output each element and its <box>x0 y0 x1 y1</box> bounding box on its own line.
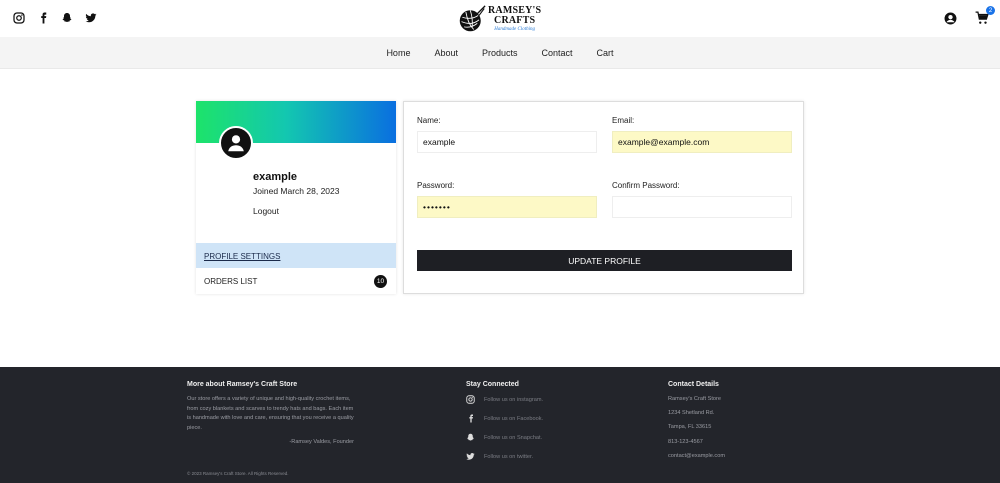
orders-count-badge: 10 <box>374 275 387 288</box>
user-icon <box>228 135 244 152</box>
nav-contact[interactable]: Contact <box>530 48 585 58</box>
name-label: Name: <box>417 116 441 125</box>
nav-products[interactable]: Products <box>470 48 530 58</box>
logout-link[interactable]: Logout <box>253 206 279 216</box>
header-actions: 2 <box>942 6 995 26</box>
nav-cart[interactable]: Cart <box>585 48 626 58</box>
footer-social-link-snapchat[interactable]: Follow us on Snapchat. <box>466 433 542 442</box>
footer-social-link-twitter[interactable]: Follow us on twitter. <box>466 452 533 461</box>
footer-about-title: More about Ramsey's Craft Store <box>187 381 298 388</box>
update-profile-button[interactable]: UPDATE PROFILE <box>417 250 792 271</box>
confirm-password-field[interactable] <box>612 196 792 218</box>
footer-social-label: Follow us on Snapchat. <box>484 434 543 441</box>
logo-subtitle: Handmade Clothing <box>494 27 535 32</box>
menu-profile-settings[interactable]: PROFILE SETTINGS <box>196 243 396 268</box>
twitter-icon <box>466 452 475 461</box>
footer-social-link-instagram[interactable]: Follow us on instagram. <box>466 395 543 404</box>
footer-copyright: © 2023 Ramsey's Craft Store. All Rights … <box>187 471 289 476</box>
cart-count-badge: 2 <box>986 6 995 15</box>
top-bar: RAMSEY'S CRAFTS Handmade Clothing 2 <box>0 0 1000 37</box>
footer-social-label: Follow us on instagram. <box>484 396 544 403</box>
twitter-icon[interactable] <box>84 11 98 25</box>
profile-settings-form: Name: Email: Password: Confirm Password:… <box>403 101 804 294</box>
snapchat-icon <box>466 433 475 442</box>
footer-contact-email[interactable]: contact@example.com <box>668 453 725 459</box>
facebook-icon[interactable] <box>36 11 50 25</box>
footer-social-label: Follow us on Facebook. <box>484 415 544 422</box>
footer-social-link-facebook[interactable]: Follow us on Facebook. <box>466 414 543 423</box>
main-nav: Home About Products Contact Cart <box>0 37 1000 69</box>
nav-home[interactable]: Home <box>374 48 422 58</box>
name-field[interactable] <box>417 131 597 153</box>
footer-contact-title: Contact Details <box>668 381 719 388</box>
footer-contact-store: Ramsey's Craft Store <box>668 396 721 402</box>
profile-card: example Joined March 28, 2023 Logout PRO… <box>196 101 396 294</box>
instagram-icon[interactable] <box>12 11 26 25</box>
header-social-links <box>12 11 98 25</box>
footer-social-label: Follow us on twitter. <box>484 453 534 460</box>
password-label: Password: <box>417 181 455 190</box>
email-field[interactable] <box>612 131 792 153</box>
avatar <box>219 126 253 160</box>
logo[interactable]: RAMSEY'S CRAFTS Handmade Clothing <box>458 3 548 35</box>
nav-about[interactable]: About <box>422 48 470 58</box>
instagram-icon <box>466 395 475 404</box>
menu-profile-settings-label: PROFILE SETTINGS <box>204 252 281 261</box>
cart-icon[interactable]: 2 <box>974 6 995 26</box>
footer-about-text: Our store offers a variety of unique and… <box>187 396 354 431</box>
footer-social-title: Stay Connected <box>466 381 519 388</box>
logo-title-line2: CRAFTS <box>494 15 536 26</box>
facebook-icon <box>466 414 475 423</box>
password-field[interactable] <box>417 196 597 218</box>
snapchat-icon[interactable] <box>60 11 74 25</box>
footer-contact-street: 1234 Shetland Rd. <box>668 410 715 416</box>
footer-about-signature: -Ramsey Valdes, Founder <box>289 439 354 445</box>
yarn-ball-icon <box>459 5 486 32</box>
email-label: Email: <box>612 116 635 125</box>
profile-name: example <box>253 171 298 183</box>
footer: More about Ramsey's Craft Store Our stor… <box>0 367 1000 483</box>
footer-contact-phone[interactable]: 813-123-4567 <box>668 439 703 445</box>
footer-contact-city: Tampa, FL 33615 <box>668 424 712 430</box>
account-icon[interactable] <box>942 10 958 26</box>
profile-joined-date: Joined March 28, 2023 <box>253 186 340 196</box>
menu-orders-list[interactable]: ORDERS LIST 10 <box>196 268 396 294</box>
menu-orders-list-label: ORDERS LIST <box>204 277 258 286</box>
confirm-password-label: Confirm Password: <box>612 181 680 190</box>
